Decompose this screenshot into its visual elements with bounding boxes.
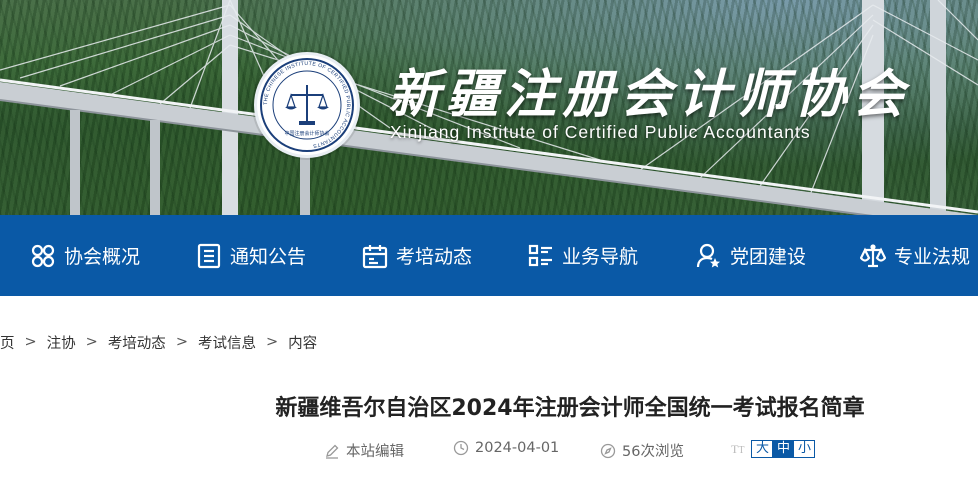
nav-item-business-guide[interactable]: 业务导航 bbox=[528, 215, 638, 296]
list-navigation-icon bbox=[528, 243, 554, 269]
breadcrumb-home[interactable]: 页 bbox=[0, 332, 15, 353]
calendar-icon bbox=[362, 243, 388, 269]
breadcrumb-separator: > bbox=[175, 334, 188, 350]
nav-label: 党团建设 bbox=[730, 246, 807, 268]
breadcrumb-exam-info[interactable]: 考试信息 bbox=[198, 332, 256, 353]
clock-icon bbox=[453, 440, 469, 456]
font-size-small[interactable]: 小 bbox=[793, 440, 816, 458]
font-size-switcher: TT 大 中 小 bbox=[731, 440, 816, 458]
grid-flower-icon bbox=[30, 243, 56, 269]
breadcrumb-content: 内容 bbox=[288, 335, 318, 352]
main-nav: 协会概况 通知公告 考培动态 业务导航 党团建设 专业法规 bbox=[0, 215, 978, 296]
user-star-icon bbox=[696, 243, 722, 269]
nav-item-notices[interactable]: 通知公告 bbox=[196, 215, 306, 296]
view-count: 56次浏览 bbox=[622, 444, 684, 460]
text-size-icon: TT bbox=[731, 441, 745, 456]
article-date: 2024-04-01 bbox=[453, 440, 559, 456]
nav-item-regulations[interactable]: 专业法规 bbox=[860, 215, 970, 296]
breadcrumb: 页 > 注协 > 考培动态 > 考试信息 > 内容 bbox=[0, 332, 317, 352]
font-size-medium[interactable]: 中 bbox=[772, 440, 795, 458]
nav-label: 通知公告 bbox=[230, 246, 307, 268]
publish-date: 2024-04-01 bbox=[475, 440, 560, 456]
article-meta: 本站编辑 2024-04-01 56次浏览 TT 大 中 小 bbox=[0, 440, 978, 462]
nav-label: 业务导航 bbox=[562, 246, 639, 268]
nav-item-party-building[interactable]: 党团建设 bbox=[696, 215, 806, 296]
breadcrumb-exam-training[interactable]: 考培动态 bbox=[108, 332, 166, 353]
nav-label: 专业法规 bbox=[894, 246, 971, 268]
scales-icon bbox=[860, 243, 886, 269]
site-title-en: Xinjiang Institute of Certified Public A… bbox=[390, 122, 811, 142]
breadcrumb-separator: > bbox=[265, 334, 279, 350]
pencil-icon bbox=[326, 444, 339, 459]
article-author: 本站编辑 bbox=[324, 440, 404, 461]
nav-item-exam-training[interactable]: 考培动态 bbox=[362, 215, 472, 296]
cicpa-logo[interactable]: THE CHINESE INSTITUTE OF CERTIFIED PUBLI… bbox=[254, 52, 360, 158]
nav-label: 考培动态 bbox=[396, 246, 473, 268]
logo-inner-text: 中国注册会计师协会 bbox=[284, 130, 329, 137]
nav-item-about[interactable]: 协会概况 bbox=[30, 215, 140, 296]
author-name: 本站编辑 bbox=[346, 444, 404, 460]
breadcrumb-cicpa[interactable]: 注协 bbox=[47, 332, 76, 353]
site-title-cn: 新疆注册会计师协会 bbox=[388, 64, 911, 125]
article-title: 新疆维吾尔自治区2024年注册会计师全国统一考试报名简章 bbox=[275, 396, 865, 421]
breadcrumb-separator: > bbox=[24, 334, 37, 350]
document-list-icon bbox=[196, 243, 222, 269]
compass-icon bbox=[600, 443, 616, 458]
cicpa-emblem-icon: THE CHINESE INSTITUTE OF CERTIFIED PUBLI… bbox=[260, 58, 354, 152]
breadcrumb-separator: > bbox=[85, 334, 98, 350]
font-size-large[interactable]: 大 bbox=[751, 440, 774, 458]
header-banner: THE CHINESE INSTITUTE OF CERTIFIED PUBLI… bbox=[0, 0, 978, 215]
nav-label: 协会概况 bbox=[64, 246, 141, 268]
article-views: 56次浏览 bbox=[600, 440, 684, 461]
